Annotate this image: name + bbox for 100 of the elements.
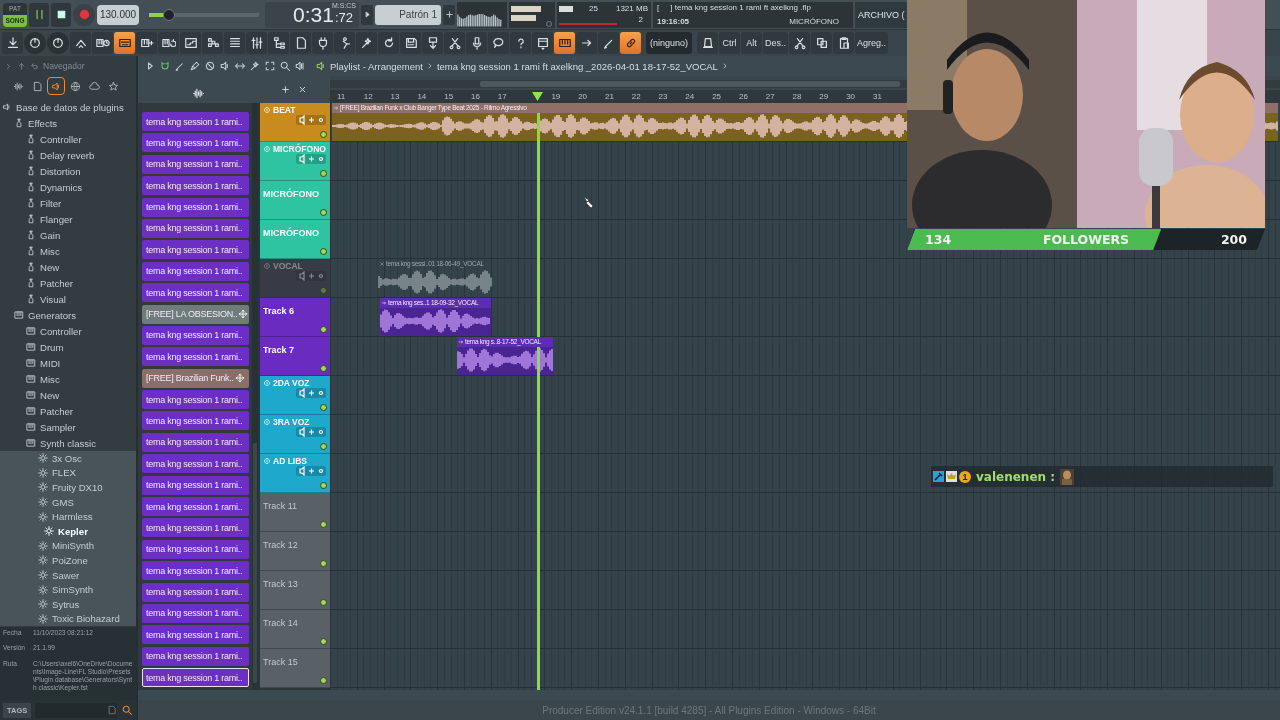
refresh-button[interactable] — [378, 32, 399, 54]
slide-tool[interactable] — [234, 60, 246, 72]
save-button[interactable] — [400, 32, 421, 54]
browser-item[interactable]: GMS — [36, 494, 136, 510]
pattern-item[interactable]: tema kng session 1 rami.. — [142, 625, 249, 645]
track-header[interactable]: Track 14 — [260, 610, 330, 649]
track-header[interactable]: Track 11 — [260, 493, 330, 532]
paint-tool[interactable] — [189, 60, 201, 72]
mic-button[interactable] — [466, 32, 487, 54]
pattern-item[interactable]: tema kng session 1 rami.. — [142, 539, 249, 559]
piano-button[interactable] — [554, 32, 575, 54]
browser-item[interactable]: PoiZone — [36, 553, 136, 568]
pattern-item[interactable]: tema kng session 1 rami.. — [142, 347, 249, 367]
browser-item[interactable]: Filter — [24, 195, 136, 211]
browser-item[interactable]: Synth classic — [24, 435, 136, 451]
file-button[interactable] — [290, 32, 311, 54]
pattern-item[interactable]: tema kng session 1 rami.. — [142, 646, 249, 666]
person-button[interactable] — [334, 32, 355, 54]
typing-button[interactable] — [114, 32, 135, 54]
select-tool[interactable] — [264, 60, 276, 72]
pattern-selector[interactable]: Patrón 1 — [375, 4, 441, 25]
speaker-tool[interactable] — [219, 60, 231, 72]
browser-item[interactable]: Flanger — [24, 211, 136, 227]
pattern-item[interactable]: tema kng session 1 rami.. — [142, 668, 249, 688]
modifier-button[interactable]: Alt — [741, 32, 763, 54]
browser-item[interactable]: Visual — [24, 291, 136, 307]
browser-tab[interactable] — [48, 78, 64, 94]
browser-item[interactable]: Toxic Biohazard — [36, 611, 136, 627]
pattern-item[interactable]: tema kng session 1 rami.. — [142, 432, 249, 452]
browser-item[interactable]: Sampler — [24, 419, 136, 435]
browser-item[interactable]: Misc — [24, 371, 136, 387]
roll-button[interactable] — [180, 32, 201, 54]
browser-item[interactable]: MIDI — [24, 355, 136, 371]
tree-button[interactable] — [268, 32, 289, 54]
browser-item[interactable]: New — [24, 387, 136, 403]
wand-button[interactable] — [356, 32, 377, 54]
pattern-item[interactable]: tema kng session 1 rami.. — [142, 454, 249, 474]
browser-item[interactable]: Sawer — [36, 567, 136, 583]
browser-item[interactable]: Controller — [24, 131, 136, 147]
hat-button[interactable] — [697, 32, 719, 54]
pattern-item[interactable]: [FREE] Brazilian Funk.. — [142, 368, 249, 388]
browser-item[interactable]: Delay reverb — [24, 147, 136, 163]
pattern-item[interactable]: tema kng session 1 rami.. — [142, 176, 249, 196]
pause-button[interactable] — [29, 2, 49, 27]
pattern-item[interactable]: tema kng session 1 rami.. — [142, 112, 249, 131]
knob-control[interactable] — [24, 32, 46, 54]
stop-button[interactable] — [51, 2, 71, 27]
tempo-field[interactable]: 130.000 — [97, 4, 139, 25]
pen-button[interactable] — [598, 32, 619, 54]
mixer-button[interactable] — [246, 32, 267, 54]
chat-button[interactable] — [488, 32, 509, 54]
browser-item[interactable]: FLEX — [36, 465, 136, 481]
browser-item[interactable]: Harmless — [36, 509, 136, 524]
browser-item[interactable]: Distortion — [24, 163, 136, 179]
arrows-button[interactable] — [70, 32, 91, 54]
zoom-tool[interactable] — [279, 60, 291, 72]
link-button[interactable] — [620, 32, 641, 54]
pattern-item[interactable]: [FREE] LA OBSESION.. — [142, 304, 249, 324]
piano-clock-button[interactable] — [92, 32, 113, 54]
copy-button[interactable] — [811, 32, 833, 54]
modifier-button[interactable]: Agreg.. — [855, 32, 889, 54]
browser-item[interactable]: Generators — [12, 307, 136, 323]
pattern-item[interactable]: tema kng session 1 rami.. — [142, 582, 249, 602]
track-header[interactable]: Track 7 — [260, 337, 330, 376]
piano-plus-button[interactable] — [136, 32, 157, 54]
browser-item[interactable]: New — [24, 259, 136, 275]
browser-item[interactable]: 3x Osc — [36, 451, 136, 466]
browser-item[interactable]: Kepler — [36, 523, 136, 539]
snap-selector[interactable]: (ninguno) — [646, 32, 693, 54]
volume-tool[interactable] — [294, 60, 306, 72]
vertical-scrollbar[interactable] — [252, 103, 258, 690]
pattern-item[interactable]: tema kng session 1 rami.. — [142, 218, 249, 238]
wand-tool[interactable] — [249, 60, 261, 72]
file-menu[interactable]: ARCHIVO ( — [855, 1, 908, 28]
paste-button[interactable] — [833, 32, 855, 54]
pattern-item[interactable]: tema kng session 1 rami.. — [142, 240, 249, 260]
piano-loop-button[interactable] — [158, 32, 179, 54]
pattern-item[interactable]: tema kng session 1 rami.. — [142, 325, 249, 345]
pattern-item[interactable]: tema kng session 1 rami.. — [142, 604, 249, 623]
window-button[interactable] — [532, 32, 553, 54]
modifier-button[interactable]: Ctrl — [719, 32, 741, 54]
browser-item[interactable]: Effects — [12, 115, 136, 131]
browser-item[interactable]: Base de datos de plugins — [0, 99, 136, 115]
browser-item[interactable]: Misc — [24, 243, 136, 259]
tags-field[interactable] — [35, 702, 117, 718]
pattern-item[interactable]: tema kng session 1 rami.. — [142, 518, 249, 538]
mute-tool[interactable] — [204, 60, 216, 72]
browser-item[interactable]: Dynamics — [24, 179, 136, 195]
browser-item[interactable]: Sytrus — [36, 596, 136, 612]
steps-button[interactable] — [202, 32, 223, 54]
browser-item[interactable]: Fruity DX10 — [36, 480, 136, 495]
browser-item[interactable]: Patcher — [24, 403, 136, 419]
pattern-item[interactable]: tema kng session 1 rami.. — [142, 390, 249, 410]
track-header[interactable]: Track 15 — [260, 649, 330, 688]
pattern-arrow-button[interactable] — [361, 4, 373, 25]
arrow-button[interactable] — [576, 32, 597, 54]
pattern-item[interactable]: tema kng session 1 rami.. — [142, 283, 249, 303]
browser-item[interactable]: Controller — [24, 323, 136, 339]
knob-control[interactable] — [47, 32, 69, 54]
track-header[interactable]: Track 6 — [260, 298, 330, 337]
